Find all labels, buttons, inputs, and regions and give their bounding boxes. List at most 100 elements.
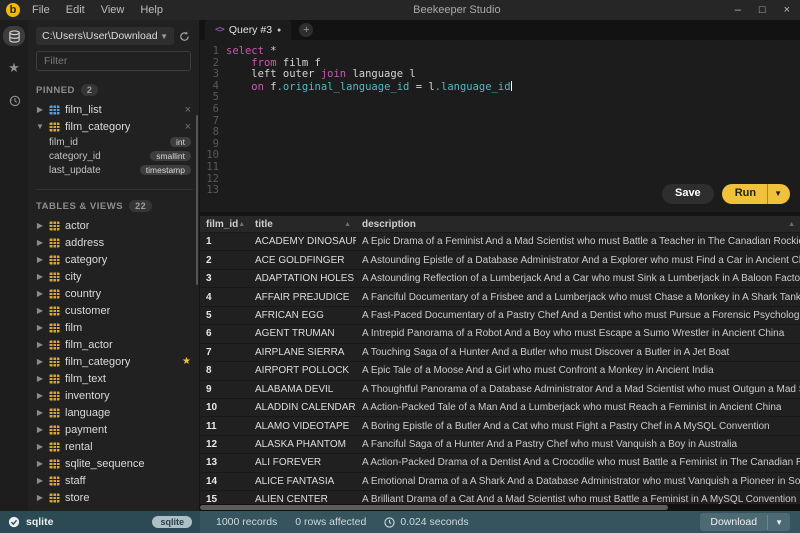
cell-film-id[interactable]: 3 [200, 273, 249, 284]
table-row[interactable]: 5AFRICAN EGGA Fast-Paced Documentary of … [200, 307, 800, 325]
chevron-right-icon[interactable]: ▶ [36, 459, 44, 468]
chevron-right-icon[interactable]: ▶ [36, 476, 44, 485]
table-item-address[interactable]: ▶address [36, 234, 199, 251]
table-row[interactable]: 4AFFAIR PREJUDICEA Fanciful Documentary … [200, 288, 800, 306]
new-tab-button[interactable]: + [299, 23, 313, 37]
cell-title[interactable]: ALI FOREVER [249, 457, 356, 468]
table-row[interactable]: 7AIRPLANE SIERRAA Touching Saga of a Hun… [200, 344, 800, 362]
run-options-chevron-icon[interactable]: ▼ [767, 184, 790, 204]
cell-title[interactable]: ALADDIN CALENDAR [249, 402, 356, 413]
query-tab[interactable]: <> Query #3 ● [205, 20, 291, 40]
database-tab-icon[interactable] [3, 26, 25, 46]
cell-title[interactable]: ALAMO VIDEOTAPE [249, 421, 356, 432]
refresh-icon[interactable] [179, 31, 193, 42]
download-options-chevron-icon[interactable]: ▼ [767, 515, 790, 530]
menu-help[interactable]: Help [140, 4, 163, 16]
cell-film-id[interactable]: 12 [200, 439, 249, 450]
unpin-icon[interactable]: × [185, 121, 191, 133]
horizontal-scrollbar[interactable] [200, 504, 800, 511]
cell-description[interactable]: A Boring Epistle of a Butler And a Cat w… [356, 421, 800, 432]
cell-description[interactable]: A Action-Packed Tale of a Man And a Lumb… [356, 402, 800, 413]
cell-film-id[interactable]: 9 [200, 384, 249, 395]
sort-icon[interactable]: ▲ [788, 221, 795, 228]
cell-description[interactable]: A Epic Drama of a Feminist And a Mad Sci… [356, 236, 800, 247]
maximize-icon[interactable]: □ [759, 4, 766, 16]
table-row[interactable]: 6AGENT TRUMANA Intrepid Panorama of a Ro… [200, 325, 800, 343]
chevron-right-icon[interactable]: ▶ [36, 238, 44, 247]
table-item-film[interactable]: ▶film [36, 319, 199, 336]
chevron-right-icon[interactable]: ▶ [36, 323, 44, 332]
table-item-film_text[interactable]: ▶film_text [36, 370, 199, 387]
cell-title[interactable]: ALABAMA DEVIL [249, 384, 356, 395]
cell-title[interactable]: AGENT TRUMAN [249, 328, 356, 339]
cell-film-id[interactable]: 11 [200, 421, 249, 432]
table-item-customer[interactable]: ▶customer [36, 302, 199, 319]
chevron-right-icon[interactable]: ▶ [36, 306, 44, 315]
cell-title[interactable]: AIRPLANE SIERRA [249, 347, 356, 358]
sort-icon[interactable]: ▲ [238, 221, 245, 228]
connection-select[interactable]: C:\Users\User\Downloads\ ▼ [36, 27, 174, 45]
chevron-right-icon[interactable]: ▶ [36, 221, 44, 230]
column-header-description[interactable]: description ▲ [356, 216, 800, 232]
table-item-city[interactable]: ▶city [36, 268, 199, 285]
chevron-right-icon[interactable]: ▶ [36, 272, 44, 281]
cell-description[interactable]: A Astounding Reflection of a Lumberjack … [356, 273, 800, 284]
sidebar-scrollbar[interactable] [196, 115, 198, 285]
chevron-right-icon[interactable]: ▶ [36, 408, 44, 417]
run-button-label[interactable]: Run [722, 184, 767, 204]
table-item-category[interactable]: ▶category [36, 251, 199, 268]
sort-icon[interactable]: ▲ [344, 221, 351, 228]
table-row[interactable]: 3ADAPTATION HOLESA Astounding Reflection… [200, 270, 800, 288]
connection-name[interactable]: sqlite [26, 516, 53, 528]
cell-title[interactable]: ACE GOLDFINGER [249, 255, 356, 266]
save-button[interactable]: Save [662, 184, 714, 204]
filter-input[interactable] [36, 51, 191, 71]
cell-title[interactable]: AFRICAN EGG [249, 310, 356, 321]
table-row[interactable]: 1ACADEMY DINOSAURA Epic Drama of a Femin… [200, 233, 800, 251]
table-item-store[interactable]: ▶store [36, 489, 199, 506]
cell-film-id[interactable]: 13 [200, 457, 249, 468]
chevron-right-icon[interactable]: ▶ [36, 374, 44, 383]
cell-description[interactable]: A Intrepid Panorama of a Robot And a Boy… [356, 328, 800, 339]
chevron-right-icon[interactable]: ▶ [36, 425, 44, 434]
table-row[interactable]: 15ALIEN CENTERA Brilliant Drama of a Cat… [200, 491, 800, 504]
chevron-right-icon[interactable]: ▶ [36, 391, 44, 400]
cell-film-id[interactable]: 4 [200, 292, 249, 303]
download-button[interactable]: Download ▼ [700, 513, 790, 531]
cell-description[interactable]: A Emotional Drama of a A Shark And a Dat… [356, 476, 800, 487]
cell-description[interactable]: A Fanciful Documentary of a Frisbee and … [356, 292, 800, 303]
table-row[interactable]: 10ALADDIN CALENDARA Action-Packed Tale o… [200, 399, 800, 417]
cell-title[interactable]: ALASKA PHANTOM [249, 439, 356, 450]
cell-film-id[interactable]: 10 [200, 402, 249, 413]
table-item-sqlite_sequence[interactable]: ▶sqlite_sequence [36, 455, 199, 472]
cell-description[interactable]: A Fast-Paced Documentary of a Pastry Che… [356, 310, 800, 321]
cell-film-id[interactable]: 15 [200, 494, 249, 504]
chevron-right-icon[interactable]: ▶ [36, 442, 44, 451]
chevron-right-icon[interactable]: ▶ [36, 105, 44, 114]
sql-editor[interactable]: 12345678910111213 select * from film f l… [200, 40, 800, 212]
cell-film-id[interactable]: 5 [200, 310, 249, 321]
favorites-tab[interactable]: ★ [3, 58, 25, 78]
unpin-icon[interactable]: × [185, 104, 191, 116]
cell-description[interactable]: A Touching Saga of a Hunter And a Butler… [356, 347, 800, 358]
menu-file[interactable]: File [32, 4, 50, 16]
table-row[interactable]: 14ALICE FANTASIAA Emotional Drama of a A… [200, 473, 800, 491]
chevron-right-icon[interactable]: ▶ [36, 255, 44, 264]
chevron-right-icon[interactable]: ▶ [36, 493, 44, 502]
table-item-film_actor[interactable]: ▶film_actor [36, 336, 199, 353]
table-row[interactable]: 2ACE GOLDFINGERA Astounding Epistle of a… [200, 251, 800, 269]
cell-title[interactable]: ACADEMY DINOSAUR [249, 236, 356, 247]
menu-view[interactable]: View [101, 4, 125, 16]
table-row[interactable]: 12ALASKA PHANTOMA Fanciful Saga of a Hun… [200, 436, 800, 454]
cell-film-id[interactable]: 7 [200, 347, 249, 358]
table-item-country[interactable]: ▶country [36, 285, 199, 302]
cell-title[interactable]: ALICE FANTASIA [249, 476, 356, 487]
cell-description[interactable]: A Astounding Epistle of a Database Admin… [356, 255, 800, 266]
run-button[interactable]: Run ▼ [722, 184, 790, 204]
table-item-inventory[interactable]: ▶inventory [36, 387, 199, 404]
cell-film-id[interactable]: 2 [200, 255, 249, 266]
table-row[interactable]: 13ALI FOREVERA Action-Packed Drama of a … [200, 454, 800, 472]
cell-description[interactable]: A Brilliant Drama of a Cat And a Mad Sci… [356, 494, 800, 504]
cell-title[interactable]: ADAPTATION HOLES [249, 273, 356, 284]
pinned-item-film_category[interactable]: ▼film_category× [36, 118, 199, 135]
